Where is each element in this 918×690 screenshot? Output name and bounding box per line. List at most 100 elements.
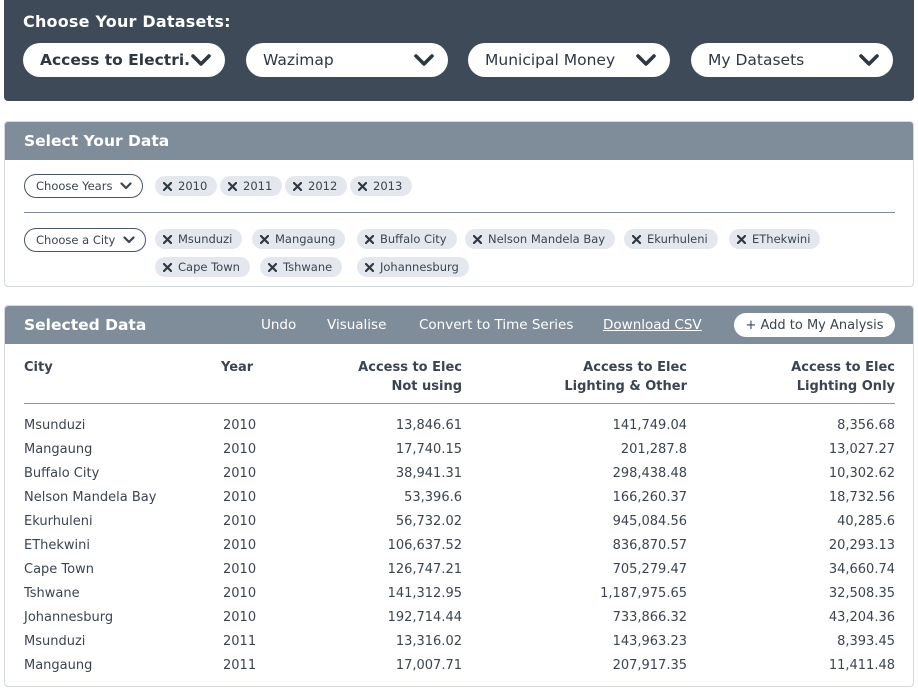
cell-year: 2010 bbox=[223, 442, 257, 457]
close-icon[interactable] bbox=[364, 262, 374, 272]
close-icon[interactable] bbox=[364, 234, 374, 244]
choose-city-button[interactable]: Choose a City bbox=[24, 228, 147, 252]
cell-lighting-only: 32,508.35 bbox=[828, 586, 895, 601]
close-icon[interactable] bbox=[162, 234, 172, 244]
cell-lighting-other: 207,917.35 bbox=[612, 658, 687, 673]
column-header-year[interactable]: Year bbox=[221, 358, 253, 377]
city-chip-johannesburg[interactable]: Johannesburg bbox=[357, 257, 469, 277]
cell-lighting-other: 836,870.57 bbox=[612, 538, 687, 553]
chip-label: Ekurhuleni bbox=[647, 232, 708, 246]
cell-lighting-only: 13,027.27 bbox=[828, 442, 895, 457]
cell-city: Ekurhuleni bbox=[24, 514, 93, 529]
city-chip-tshwane[interactable]: Tshwane bbox=[260, 257, 343, 277]
cell-lighting-only: 8,356.68 bbox=[837, 418, 895, 433]
choose-years-label: Choose Years bbox=[36, 179, 113, 193]
cell-not-using: 17,740.15 bbox=[395, 442, 462, 457]
year-chip-2010[interactable]: 2010 bbox=[155, 176, 218, 196]
selected-data-panel: Selected Data Undo Visualise Convert to … bbox=[4, 305, 914, 687]
cell-lighting-other: 733,866.32 bbox=[612, 610, 687, 625]
table-row: Mangaung 2011 17,007.71 207,917.35 11,41… bbox=[5, 654, 913, 678]
close-icon[interactable] bbox=[736, 234, 746, 244]
city-chip-ekurhuleni[interactable]: Ekurhuleni bbox=[624, 229, 718, 249]
cell-lighting-other: 1,187,975.65 bbox=[600, 586, 687, 601]
table-row: Johannesburg 2010 192,714.44 733,866.32 … bbox=[5, 606, 913, 630]
city-chip-buffalo-city[interactable]: Buffalo City bbox=[357, 229, 457, 249]
city-chip-msunduzi[interactable]: Msunduzi bbox=[155, 229, 243, 249]
chip-label: 2013 bbox=[373, 179, 403, 193]
close-icon[interactable] bbox=[162, 262, 172, 272]
column-header-city[interactable]: City bbox=[24, 358, 53, 377]
column-header-line: Lighting & Other bbox=[564, 379, 687, 394]
cell-year: 2010 bbox=[223, 538, 257, 553]
cell-lighting-other: 298,438.48 bbox=[612, 466, 687, 481]
table-header-divider bbox=[24, 403, 895, 404]
cell-lighting-only: 40,285.6 bbox=[837, 514, 895, 529]
city-chip-ethekwini[interactable]: EThekwini bbox=[729, 229, 821, 249]
chevron-down-icon bbox=[859, 53, 879, 67]
cell-not-using: 13,316.02 bbox=[395, 634, 462, 649]
undo-button[interactable]: Undo bbox=[261, 317, 296, 333]
table-row: Mangaung 2010 17,740.15 201,287.8 13,027… bbox=[5, 438, 913, 462]
dataset-select-municipal-money[interactable]: Municipal Money bbox=[468, 43, 670, 77]
cell-not-using: 38,941.31 bbox=[395, 466, 462, 481]
column-header-lighting-other[interactable]: Access to Elec Lighting & Other bbox=[487, 358, 687, 396]
cell-lighting-only: 34,660.74 bbox=[828, 562, 895, 577]
dataset-select-wazimap[interactable]: Wazimap bbox=[246, 43, 448, 77]
datasets-panel: Choose Your Datasets: Access to Electri.… bbox=[4, 0, 914, 101]
column-header-not-using[interactable]: Access to Elec Not using bbox=[285, 358, 462, 396]
cell-lighting-other: 201,287.8 bbox=[620, 442, 687, 457]
cell-city: Buffalo City bbox=[24, 466, 100, 481]
chip-label: Johannesburg bbox=[380, 260, 459, 274]
column-header-lighting-only[interactable]: Access to Elec Lighting Only bbox=[705, 358, 895, 396]
cell-lighting-other: 945,084.56 bbox=[612, 514, 687, 529]
year-chip-2012[interactable]: 2012 bbox=[285, 176, 348, 196]
table-row: Ekurhuleni 2010 56,732.02 945,084.56 40,… bbox=[5, 510, 913, 534]
cell-city: Msunduzi bbox=[24, 634, 86, 649]
cell-year: 2010 bbox=[223, 466, 257, 481]
choose-years-button[interactable]: Choose Years bbox=[24, 174, 144, 198]
chevron-down-icon bbox=[414, 53, 434, 67]
close-icon[interactable] bbox=[631, 234, 641, 244]
cell-city: Msunduzi bbox=[24, 418, 86, 433]
column-header-line: Access to Elec bbox=[791, 360, 895, 375]
cell-city: Tshwane bbox=[24, 586, 80, 601]
city-chip-cape-town[interactable]: Cape Town bbox=[155, 257, 250, 277]
dataset-select-label: My Datasets bbox=[708, 51, 805, 69]
download-csv-link[interactable]: Download CSV bbox=[603, 317, 702, 333]
chevron-down-icon bbox=[120, 182, 133, 191]
cell-year: 2011 bbox=[223, 634, 257, 649]
chevron-down-icon bbox=[191, 53, 211, 67]
cell-lighting-other: 141,749.04 bbox=[612, 418, 687, 433]
year-chip-2013[interactable]: 2013 bbox=[350, 176, 413, 196]
cell-city: EThekwini bbox=[24, 538, 91, 553]
city-chip-mangaung[interactable]: Mangaung bbox=[252, 229, 346, 249]
city-chip-nelson-mandela-bay[interactable]: Nelson Mandela Bay bbox=[465, 229, 616, 249]
close-icon[interactable] bbox=[292, 181, 302, 191]
cell-not-using: 56,732.02 bbox=[395, 514, 462, 529]
close-icon[interactable] bbox=[267, 262, 277, 272]
chevron-down-icon bbox=[123, 236, 135, 245]
cell-city: Nelson Mandela Bay bbox=[24, 490, 157, 505]
add-to-analysis-button[interactable]: + Add to My Analysis bbox=[734, 313, 895, 337]
column-header-line: Access to Elec bbox=[358, 360, 462, 375]
cell-year: 2011 bbox=[223, 658, 257, 673]
divider bbox=[24, 212, 895, 213]
datasets-heading: Choose Your Datasets: bbox=[23, 12, 231, 31]
close-icon[interactable] bbox=[472, 234, 482, 244]
chip-label: Buffalo City bbox=[380, 232, 447, 246]
table-row: Cape Town 2010 126,747.21 705,279.47 34,… bbox=[5, 558, 913, 582]
year-chip-2011[interactable]: 2011 bbox=[220, 176, 283, 196]
convert-time-series-button[interactable]: Convert to Time Series bbox=[419, 317, 573, 333]
close-icon[interactable] bbox=[162, 181, 172, 191]
close-icon[interactable] bbox=[259, 234, 269, 244]
cell-not-using: 192,714.44 bbox=[387, 610, 462, 625]
close-icon[interactable] bbox=[227, 181, 237, 191]
cell-not-using: 53,396.6 bbox=[404, 490, 462, 505]
dataset-select-label: Wazimap bbox=[263, 51, 334, 69]
close-icon[interactable] bbox=[357, 181, 367, 191]
visualise-button[interactable]: Visualise bbox=[327, 317, 386, 333]
cell-city: Johannesburg bbox=[24, 610, 114, 625]
dataset-select-electricity[interactable]: Access to Electri... bbox=[23, 43, 225, 77]
cell-year: 2010 bbox=[223, 490, 257, 505]
dataset-select-my-datasets[interactable]: My Datasets bbox=[691, 43, 893, 77]
